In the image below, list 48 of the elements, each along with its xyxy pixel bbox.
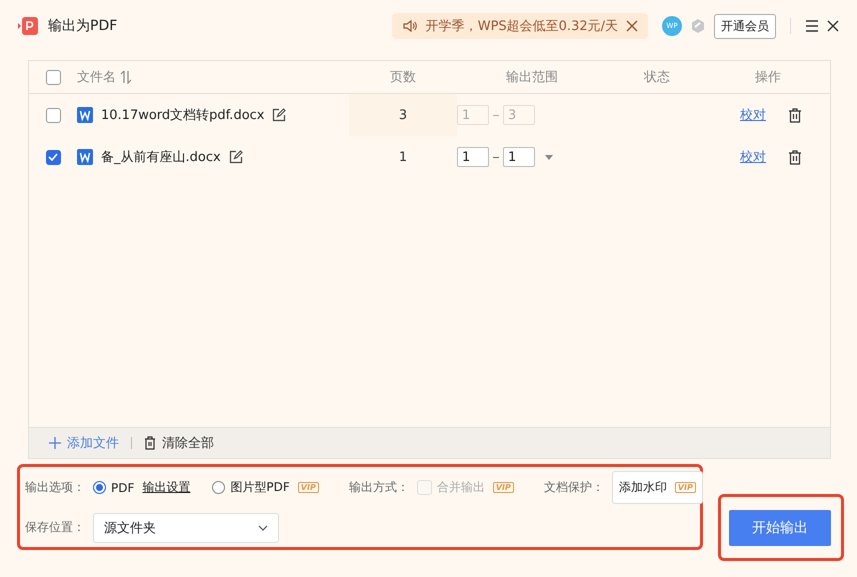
edit-icon[interactable]: [228, 150, 243, 164]
proofread-link[interactable]: 校对: [740, 148, 766, 166]
option-label: 保存位置：: [25, 519, 85, 536]
promo-banner[interactable]: 开学季，WPS超会低至0.32元/天: [392, 13, 648, 39]
file-name: 10.17word文档转pdf.docx: [101, 107, 264, 124]
radio-option[interactable]: PDF: [93, 480, 134, 495]
range-start-field[interactable]: 1: [457, 147, 489, 167]
column-header: 操作: [755, 69, 781, 86]
dropdown-caret-icon[interactable]: [545, 154, 553, 160]
word-file-icon: [77, 149, 93, 165]
plus-icon[interactable]: [49, 437, 61, 449]
range-end-field[interactable]: 1: [503, 147, 535, 167]
file-name: 备_从前有座山.docx: [101, 149, 221, 166]
clear-all-button[interactable]: 清除全部: [144, 434, 214, 452]
select-all-checkbox[interactable]: [46, 70, 60, 84]
column-header: 页数: [390, 69, 416, 86]
window-title: 输出为PDF: [48, 17, 118, 35]
option-label: 输出方式：: [348, 479, 409, 496]
add-file-button[interactable]: 添加文件: [49, 434, 119, 452]
trash-icon[interactable]: [788, 108, 802, 122]
column-header: 输出范围: [506, 69, 558, 86]
vip-badge: VIP: [298, 482, 319, 494]
trash-icon[interactable]: [788, 150, 802, 164]
start-output-button[interactable]: 开始输出: [729, 510, 831, 546]
menu-icon[interactable]: [805, 20, 819, 32]
page-count: 1: [398, 150, 408, 164]
close-icon[interactable]: [827, 20, 839, 32]
page-count: 3: [398, 108, 408, 122]
save-location-dropdown[interactable]: 源文件夹: [93, 512, 279, 543]
output-settings-link[interactable]: 输出设置: [142, 479, 190, 496]
chevron-down-icon: [258, 524, 268, 531]
column-header[interactable]: 文件名: [77, 68, 116, 86]
word-file-icon: [77, 107, 93, 123]
promo-text: 开学季，WPS超会低至0.32元/天: [426, 18, 618, 35]
pdf-logo-icon: [18, 16, 38, 36]
option-label: 输出选项：: [25, 479, 85, 496]
row-checkbox[interactable]: [46, 150, 60, 164]
speaker-icon: [402, 18, 418, 34]
radio-option[interactable]: 图片型PDF: [212, 479, 290, 496]
column-header: 状态: [644, 69, 670, 86]
checkmark-icon: [48, 153, 58, 161]
trash-icon[interactable]: [144, 436, 156, 450]
add-watermark-button[interactable]: 添加水印 VIP: [612, 471, 703, 504]
member-button[interactable]: 开通会员: [714, 14, 776, 38]
sort-icon[interactable]: [120, 70, 132, 84]
edit-icon[interactable]: [272, 108, 286, 122]
option-label: 文档保护：: [544, 479, 604, 496]
vip-badge: VIP: [492, 482, 514, 494]
